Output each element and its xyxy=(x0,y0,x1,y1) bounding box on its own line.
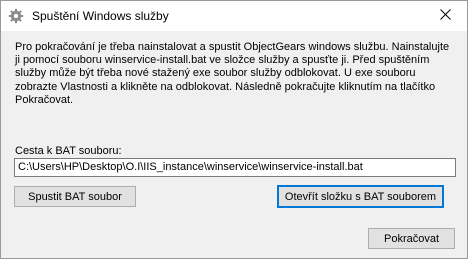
open-folder-button[interactable]: Otevřít složku s BAT souborem xyxy=(277,185,444,208)
title-bar[interactable]: Spuštění Windows služby xyxy=(1,1,467,31)
dialog-window: Spuštění Windows služby Pro pokračování … xyxy=(0,0,468,259)
close-button[interactable] xyxy=(423,1,467,31)
bat-path-field[interactable]: C:\Users\HP\Desktop\O.I\IIS_instance\win… xyxy=(14,158,456,177)
info-message: Pro pokračování je třeba nainstalovat a … xyxy=(15,41,450,106)
run-bat-button[interactable]: Spustit BAT soubor xyxy=(14,186,136,207)
bat-path-label: Cesta k BAT souboru: xyxy=(15,145,122,157)
gear-app-icon xyxy=(8,8,24,24)
window-title: Spuštění Windows služby xyxy=(32,9,169,23)
close-icon xyxy=(439,9,451,23)
continue-button[interactable]: Pokračovat xyxy=(368,228,455,249)
